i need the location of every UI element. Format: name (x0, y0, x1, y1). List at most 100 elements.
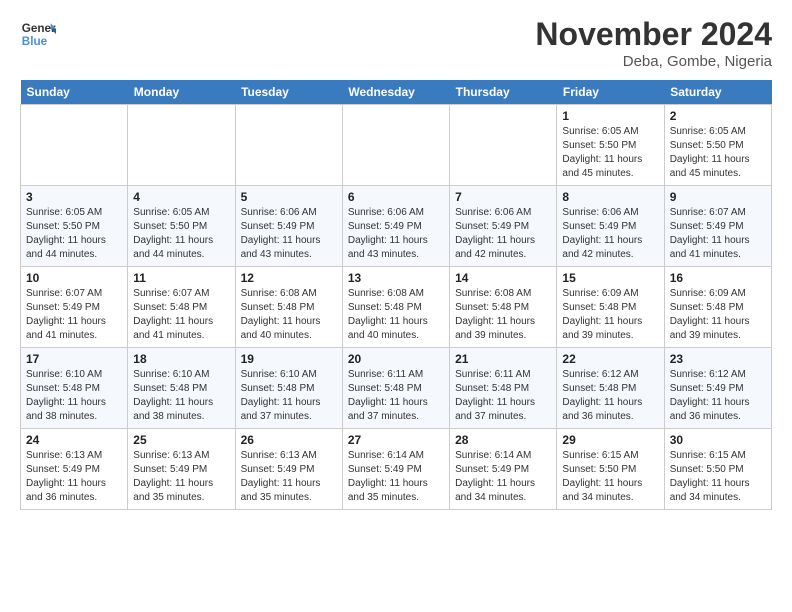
day-info: Sunrise: 6:07 AM Sunset: 5:49 PM Dayligh… (670, 206, 766, 262)
header-thursday: Thursday (450, 80, 557, 105)
day-cell-16: 16 Sunrise: 6:09 AM Sunset: 5:48 PM Dayli… (664, 267, 771, 348)
day-info: Sunrise: 6:10 AM Sunset: 5:48 PM Dayligh… (241, 368, 337, 424)
day-number: 26 (241, 433, 337, 447)
day-cell-20: 20 Sunrise: 6:11 AM Sunset: 5:48 PM Dayli… (342, 348, 449, 429)
header-sunday: Sunday (21, 80, 128, 105)
day-info: Sunrise: 6:10 AM Sunset: 5:48 PM Dayligh… (26, 368, 122, 424)
day-number: 9 (670, 190, 766, 204)
svg-text:Blue: Blue (22, 35, 48, 48)
day-cell-23: 23Sunrise: 6:12 AM Sunset: 5:49 PM Dayli… (664, 348, 771, 429)
day-info: Sunrise: 6:09 AM Sunset: 5:48 PM Dayligh… (562, 287, 658, 343)
day-cell-9: 9 Sunrise: 6:07 AM Sunset: 5:49 PM Daylig… (664, 186, 771, 267)
location: Deba, Gombe, Nigeria (535, 53, 772, 70)
day-info: Sunrise: 6:07 AM Sunset: 5:48 PM Dayligh… (133, 287, 229, 343)
day-info: Sunrise: 6:15 AM Sunset: 5:50 PM Dayligh… (562, 449, 658, 505)
day-number: 21 (455, 352, 551, 366)
day-number: 28 (455, 433, 551, 447)
day-number: 3 (26, 190, 122, 204)
day-cell-7: 7 Sunrise: 6:06 AM Sunset: 5:49 PM Daylig… (450, 186, 557, 267)
day-cell-24: 24 Sunrise: 6:13 AM Sunset: 5:49 PM Dayli… (21, 429, 128, 510)
day-number: 19 (241, 352, 337, 366)
week-row-4: 17 Sunrise: 6:10 AM Sunset: 5:48 PM Dayli… (21, 348, 772, 429)
day-number: 10 (26, 271, 122, 285)
day-info: Sunrise: 6:05 AM Sunset: 5:50 PM Dayligh… (133, 206, 229, 262)
day-cell-27: 27 Sunrise: 6:14 AM Sunset: 5:49 PM Dayli… (342, 429, 449, 510)
day-cell-30: 30 Sunrise: 6:15 AM Sunset: 5:50 PM Dayli… (664, 429, 771, 510)
day-cell-14: 14 Sunrise: 6:08 AM Sunset: 5:48 PM Dayli… (450, 267, 557, 348)
calendar-header-row: SundayMondayTuesdayWednesdayThursdayFrid… (21, 80, 772, 105)
day-number: 6 (348, 190, 444, 204)
header-tuesday: Tuesday (235, 80, 342, 105)
day-number: 4 (133, 190, 229, 204)
calendar-table: SundayMondayTuesdayWednesdayThursdayFrid… (20, 80, 772, 510)
day-number: 20 (348, 352, 444, 366)
week-row-5: 24 Sunrise: 6:13 AM Sunset: 5:49 PM Dayli… (21, 429, 772, 510)
day-info: Sunrise: 6:11 AM Sunset: 5:48 PM Dayligh… (455, 368, 551, 424)
empty-cell (450, 105, 557, 186)
day-number: 27 (348, 433, 444, 447)
day-number: 17 (26, 352, 122, 366)
week-row-3: 10Sunrise: 6:07 AM Sunset: 5:49 PM Dayli… (21, 267, 772, 348)
day-info: Sunrise: 6:14 AM Sunset: 5:49 PM Dayligh… (348, 449, 444, 505)
page-container: General Blue November 2024 Deba, Gombe, … (0, 0, 792, 520)
header-friday: Friday (557, 80, 664, 105)
day-number: 12 (241, 271, 337, 285)
day-cell-26: 26 Sunrise: 6:13 AM Sunset: 5:49 PM Dayli… (235, 429, 342, 510)
day-info: Sunrise: 6:14 AM Sunset: 5:49 PM Dayligh… (455, 449, 551, 505)
day-info: Sunrise: 6:15 AM Sunset: 5:50 PM Dayligh… (670, 449, 766, 505)
day-number: 22 (562, 352, 658, 366)
day-info: Sunrise: 6:06 AM Sunset: 5:49 PM Dayligh… (455, 206, 551, 262)
day-cell-4: 4 Sunrise: 6:05 AM Sunset: 5:50 PM Daylig… (128, 186, 235, 267)
empty-cell (128, 105, 235, 186)
day-cell-29: 29 Sunrise: 6:15 AM Sunset: 5:50 PM Dayli… (557, 429, 664, 510)
day-number: 7 (455, 190, 551, 204)
day-number: 29 (562, 433, 658, 447)
day-info: Sunrise: 6:06 AM Sunset: 5:49 PM Dayligh… (348, 206, 444, 262)
empty-cell (342, 105, 449, 186)
day-number: 2 (670, 109, 766, 123)
day-number: 30 (670, 433, 766, 447)
day-number: 24 (26, 433, 122, 447)
day-cell-8: 8 Sunrise: 6:06 AM Sunset: 5:49 PM Daylig… (557, 186, 664, 267)
day-number: 15 (562, 271, 658, 285)
day-number: 16 (670, 271, 766, 285)
day-number: 14 (455, 271, 551, 285)
day-cell-13: 13 Sunrise: 6:08 AM Sunset: 5:48 PM Dayli… (342, 267, 449, 348)
day-cell-17: 17 Sunrise: 6:10 AM Sunset: 5:48 PM Dayli… (21, 348, 128, 429)
day-cell-15: 15 Sunrise: 6:09 AM Sunset: 5:48 PM Dayli… (557, 267, 664, 348)
day-info: Sunrise: 6:08 AM Sunset: 5:48 PM Dayligh… (348, 287, 444, 343)
header-saturday: Saturday (664, 80, 771, 105)
day-info: Sunrise: 6:05 AM Sunset: 5:50 PM Dayligh… (562, 125, 658, 181)
day-info: Sunrise: 6:13 AM Sunset: 5:49 PM Dayligh… (133, 449, 229, 505)
day-info: Sunrise: 6:12 AM Sunset: 5:48 PM Dayligh… (562, 368, 658, 424)
day-number: 13 (348, 271, 444, 285)
day-info: Sunrise: 6:11 AM Sunset: 5:48 PM Dayligh… (348, 368, 444, 424)
day-number: 18 (133, 352, 229, 366)
day-cell-12: 12Sunrise: 6:08 AM Sunset: 5:48 PM Dayli… (235, 267, 342, 348)
day-number: 1 (562, 109, 658, 123)
day-cell-6: 6 Sunrise: 6:06 AM Sunset: 5:49 PM Daylig… (342, 186, 449, 267)
day-cell-19: 19 Sunrise: 6:10 AM Sunset: 5:48 PM Dayli… (235, 348, 342, 429)
day-number: 5 (241, 190, 337, 204)
page-header: General Blue November 2024 Deba, Gombe, … (20, 16, 772, 70)
day-cell-5: 5Sunrise: 6:06 AM Sunset: 5:49 PM Daylig… (235, 186, 342, 267)
day-info: Sunrise: 6:13 AM Sunset: 5:49 PM Dayligh… (26, 449, 122, 505)
day-info: Sunrise: 6:05 AM Sunset: 5:50 PM Dayligh… (670, 125, 766, 181)
day-info: Sunrise: 6:13 AM Sunset: 5:49 PM Dayligh… (241, 449, 337, 505)
day-cell-11: 11Sunrise: 6:07 AM Sunset: 5:48 PM Dayli… (128, 267, 235, 348)
day-number: 23 (670, 352, 766, 366)
day-info: Sunrise: 6:09 AM Sunset: 5:48 PM Dayligh… (670, 287, 766, 343)
day-cell-21: 21 Sunrise: 6:11 AM Sunset: 5:48 PM Dayli… (450, 348, 557, 429)
week-row-1: 1 Sunrise: 6:05 AM Sunset: 5:50 PM Daylig… (21, 105, 772, 186)
day-cell-28: 28 Sunrise: 6:14 AM Sunset: 5:49 PM Dayli… (450, 429, 557, 510)
day-info: Sunrise: 6:10 AM Sunset: 5:48 PM Dayligh… (133, 368, 229, 424)
title-block: November 2024 Deba, Gombe, Nigeria (535, 16, 772, 70)
day-cell-22: 22 Sunrise: 6:12 AM Sunset: 5:48 PM Dayli… (557, 348, 664, 429)
day-cell-3: 3Sunrise: 6:05 AM Sunset: 5:50 PM Daylig… (21, 186, 128, 267)
logo-icon: General Blue (20, 16, 56, 52)
day-info: Sunrise: 6:06 AM Sunset: 5:49 PM Dayligh… (562, 206, 658, 262)
day-info: Sunrise: 6:08 AM Sunset: 5:48 PM Dayligh… (455, 287, 551, 343)
logo: General Blue (20, 16, 56, 52)
empty-cell (21, 105, 128, 186)
day-number: 8 (562, 190, 658, 204)
